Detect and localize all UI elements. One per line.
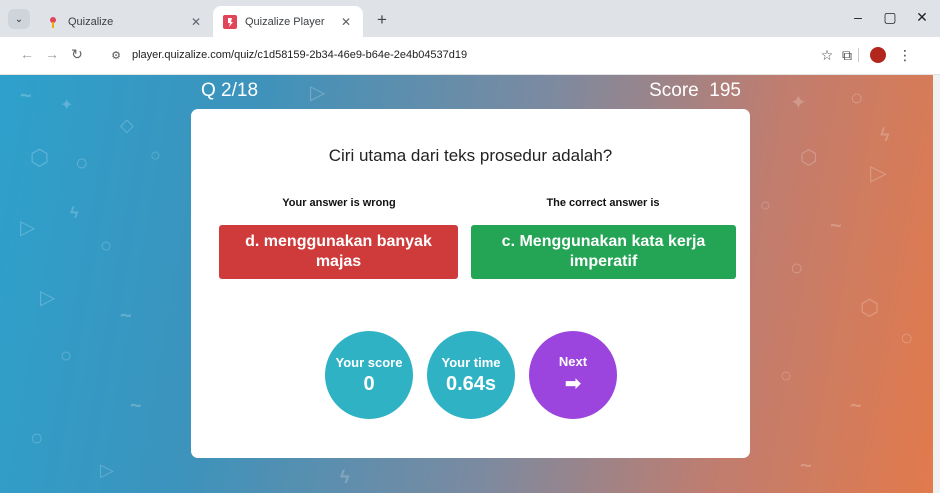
decor-shape: ~ (120, 305, 132, 327)
decor-shape: ○ (760, 195, 771, 215)
decor-shape: ○ (780, 365, 793, 387)
decor-shape: ⬡ (30, 145, 50, 170)
reload-icon[interactable]: ↻ (68, 46, 86, 63)
close-icon[interactable]: ✕ (189, 15, 203, 29)
restore-icon[interactable]: ▢ (880, 9, 900, 26)
result-card: Ciri utama dari teks prosedur adalah? Yo… (191, 109, 750, 458)
your-score-value: 0 (363, 372, 375, 395)
decor-shape: ○ (30, 425, 44, 450)
correct-answer-box: c. Menggunakan kata kerja imperatif (471, 225, 736, 279)
more-menu-icon[interactable]: ⋮ (896, 47, 914, 64)
window-close-icon[interactable]: ✕ (912, 9, 932, 26)
next-button[interactable]: Next ➡ (529, 331, 617, 419)
decor-shape: ~ (130, 395, 142, 417)
address-bar[interactable]: ⚙ player.quizalize.com/quiz/c1d58159-2b3… (100, 42, 840, 68)
decor-shape: ~ (850, 395, 862, 417)
score-value: 195 (709, 80, 741, 101)
decor-shape: ~ (830, 215, 842, 237)
your-time-circle: Your time 0.64s (427, 331, 515, 419)
tab-quizalize-player[interactable]: Quizalize Player ✕ (213, 6, 363, 37)
page-scrollbar[interactable] (933, 75, 940, 493)
tab-bar: ⌄ Quizalize ✕ Quizalize Player ✕ + – ▢ ✕ (0, 0, 940, 37)
site-info-icon[interactable]: ⚙ (106, 49, 126, 62)
toolbar-divider (858, 48, 859, 62)
decor-shape: ○ (900, 325, 914, 350)
new-tab-icon[interactable]: + (372, 10, 392, 30)
decor-shape: ϟ (70, 205, 79, 222)
tab-list-icon[interactable]: ⌄ (8, 9, 30, 29)
decor-shape: ⬡ (860, 295, 880, 320)
quiz-page: ~ ✦ ⬡ ○ ◇ ○ ▷ ϟ ○ ▷ ~ ○ ~ ○ ▷ ▷ ϟ ✦ ○ ϟ … (0, 75, 933, 493)
forward-arrow-icon[interactable]: → (43, 46, 61, 62)
decor-shape: ✦ (790, 92, 807, 114)
decor-shape: ~ (800, 455, 812, 477)
quizalize-favicon (223, 14, 237, 29)
score-label: Score (649, 80, 699, 101)
decor-shape: ⬡ (800, 147, 818, 169)
bookmark-star-icon[interactable]: ☆ (818, 47, 836, 64)
question-text: Ciri utama dari teks prosedur adalah? (328, 146, 613, 165)
decor-shape: ~ (20, 85, 32, 107)
tab-title: Quizalize Player (245, 15, 325, 28)
profile-avatar[interactable] (870, 47, 886, 63)
question-counter: Q 2/18 (201, 80, 259, 101)
decor-shape: ▷ (100, 460, 114, 480)
url-text[interactable]: player.quizalize.com/quiz/c1d58159-2b34-… (132, 49, 467, 61)
right-arrow-icon: ➡ (564, 373, 582, 395)
decor-shape: ϟ (880, 125, 890, 145)
decor-shape: ○ (850, 85, 864, 110)
extensions-icon[interactable]: ⧉ (838, 47, 856, 64)
quizalize-favicon (50, 16, 56, 28)
your-score-circle: Your score 0 (325, 331, 413, 419)
decor-shape: ◇ (120, 115, 134, 135)
decor-shape: ○ (100, 235, 113, 257)
back-arrow-icon[interactable]: ← (18, 46, 36, 62)
decor-shape: ○ (75, 150, 89, 175)
decor-shape: ○ (150, 145, 161, 165)
decor-shape: ϟ (340, 467, 350, 487)
your-time-value: 0.64s (445, 372, 497, 395)
tab-quizalize[interactable]: Quizalize ✕ (36, 6, 213, 37)
wrong-answer-box: d. menggunakan banyak majas (219, 225, 458, 279)
decor-shape: ○ (60, 345, 73, 367)
score-display: Score 195 (649, 80, 741, 102)
decor-shape: ✦ (60, 97, 74, 114)
decor-shape: ▷ (20, 217, 36, 239)
tab-title: Quizalize (68, 15, 114, 28)
browser-toolbar: ← → ↻ ⚙ player.quizalize.com/quiz/c1d581… (0, 37, 940, 75)
decor-shape: ○ (790, 255, 804, 280)
minimize-icon[interactable]: – (848, 9, 868, 25)
your-score-label: Your score (335, 354, 403, 370)
next-label: Next (558, 354, 588, 369)
your-time-label: Your time (441, 354, 501, 370)
correct-answer-label: The correct answer is (546, 197, 660, 209)
close-icon[interactable]: ✕ (339, 15, 353, 29)
decor-shape: ▷ (870, 160, 887, 185)
your-answer-label: Your answer is wrong (282, 197, 396, 209)
decor-shape: ▷ (310, 82, 326, 104)
decor-shape: ▷ (40, 287, 56, 309)
